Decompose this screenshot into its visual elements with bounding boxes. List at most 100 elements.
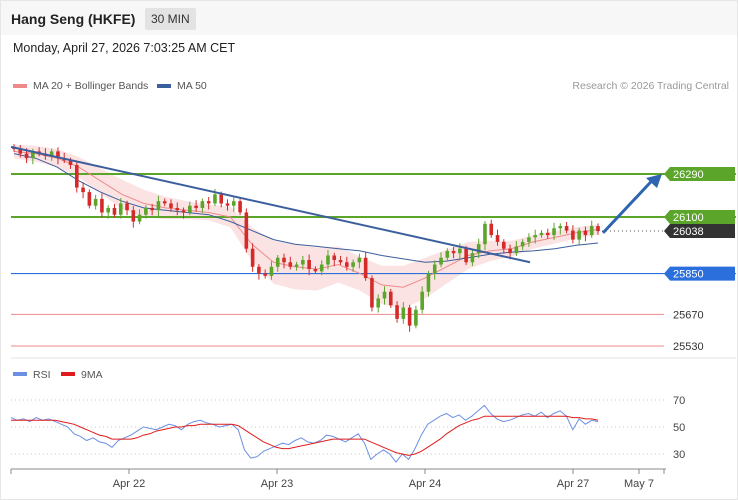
candle-body (112, 207, 117, 215)
candle-body (502, 241, 506, 249)
candle-body (363, 257, 368, 279)
candle-body (395, 305, 399, 319)
candle-body (514, 246, 519, 254)
x-tick-label: Apr 27 (557, 478, 589, 490)
rsi-tick-50: 50 (673, 422, 685, 434)
rsi-swatch (13, 372, 27, 376)
candle-body (483, 223, 487, 245)
price-pane (10, 144, 736, 347)
candle-body (188, 205, 192, 213)
candle-body (596, 226, 600, 232)
candle-body (93, 198, 98, 206)
candle-body (244, 212, 249, 249)
candle-body (464, 248, 468, 263)
rsi-ma-line (11, 415, 599, 456)
candle-body (388, 291, 393, 306)
candle-body (420, 291, 424, 310)
x-tick-label: Apr 23 (261, 478, 293, 490)
candle-body (432, 264, 437, 274)
candle-body (219, 194, 224, 204)
level-label-25530: 25530 (673, 341, 704, 353)
candle-body (194, 205, 198, 208)
bollinger-band (14, 144, 598, 309)
level-label-25670: 25670 (673, 309, 704, 321)
candle-body (552, 228, 556, 236)
candle-body (213, 194, 217, 204)
candle-body (558, 226, 563, 229)
candle-body (577, 230, 581, 240)
candle-body (137, 214, 142, 222)
candle-body (263, 273, 267, 276)
x-tick-label: Apr 22 (113, 478, 145, 490)
rsi-legend-label: RSI (33, 369, 51, 381)
rsi-tick-70: 70 (673, 395, 685, 407)
candle-body (238, 201, 242, 213)
candle-body (332, 255, 337, 260)
candle-body (307, 260, 311, 270)
candle-body (583, 230, 588, 236)
candle-body (231, 201, 236, 206)
candle-body (458, 248, 462, 254)
candle-body (370, 278, 374, 308)
candle-body (156, 201, 161, 211)
chart-svg: 26290 26100 26038 25850 25670 25530 RSI 9MA 7… (10, 144, 736, 490)
x-axis: Apr 22 Apr 23 Apr 24 Apr 27 May 7 (10, 468, 666, 490)
candle-body (150, 207, 154, 211)
candle-body (533, 235, 538, 238)
candle-body (351, 262, 355, 267)
candle-body (275, 257, 280, 267)
candle-body (288, 262, 293, 267)
candle-body (169, 203, 173, 208)
candle-body (451, 250, 456, 254)
candle-body (250, 248, 255, 267)
candle-body (313, 269, 318, 272)
rsi-pane: 70 50 30 (10, 395, 685, 463)
candle-body (338, 260, 343, 263)
candle-body (301, 260, 305, 265)
candle-body (589, 226, 594, 236)
candle-body (257, 266, 261, 274)
candle-body (81, 187, 85, 193)
candle-body (125, 203, 129, 211)
x-tick-label: May 7 (624, 478, 654, 490)
candle-body (407, 307, 412, 326)
candle-body (319, 264, 324, 272)
candle-body (545, 232, 550, 236)
candle-body (564, 226, 569, 231)
level-label-25850: 25850 (673, 269, 704, 281)
candle-body (357, 257, 362, 263)
level-label-26100: 26100 (673, 212, 704, 224)
candle-body (439, 257, 443, 265)
rsi-ma-swatch (61, 372, 75, 376)
candle-body (571, 230, 575, 240)
price-labels: 26290 26100 26038 25850 25670 25530 (664, 167, 735, 353)
rsi-ma-legend-label: 9MA (81, 369, 103, 381)
candle-body (118, 203, 123, 215)
level-label-26038: 26038 (673, 226, 704, 238)
candle-body (24, 153, 29, 159)
candle-body (382, 291, 387, 299)
candle-body (100, 198, 104, 213)
candle-body (144, 207, 148, 215)
candle-body (508, 248, 512, 254)
candle-body (87, 192, 92, 206)
candle-body (175, 207, 180, 211)
candle-body (326, 255, 330, 265)
candle-body (206, 201, 211, 204)
candle-body (106, 207, 110, 213)
level-label-26290: 26290 (673, 169, 704, 181)
candle-body (470, 253, 475, 263)
candle-body (74, 164, 79, 188)
candle-body (200, 201, 205, 208)
candle-body (426, 273, 431, 292)
candle-body (527, 237, 531, 242)
candle-body (282, 257, 286, 263)
candle-body (269, 266, 274, 276)
candle-body (414, 309, 418, 326)
candle-body (401, 307, 406, 319)
candle-body (376, 298, 381, 308)
candle-body (445, 250, 450, 258)
candle-body (294, 264, 299, 267)
rsi-legend: RSI 9MA (13, 369, 103, 381)
candle-body (489, 223, 494, 236)
